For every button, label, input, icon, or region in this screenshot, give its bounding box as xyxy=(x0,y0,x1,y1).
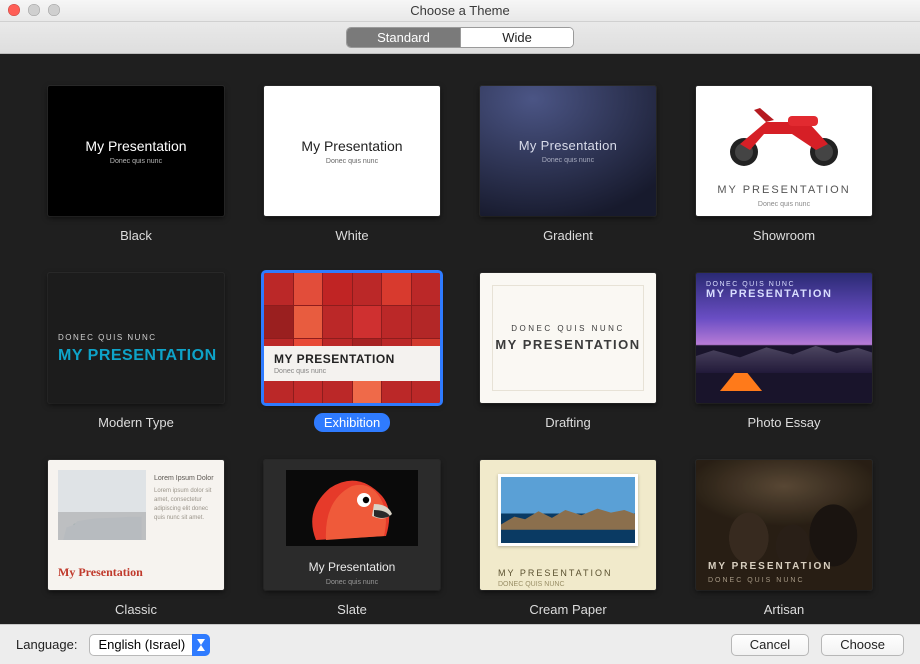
thumb-body-text: Lorem Ipsum Dolor Lorem ipsum dolor sit … xyxy=(154,474,214,523)
theme-label: Artisan xyxy=(754,600,814,619)
bottom-bar: Language: English (Israel) Cancel Choose xyxy=(0,624,920,664)
thumb-title: MY PRESENTATION xyxy=(696,184,872,196)
thumb-title: My Presentation xyxy=(301,138,402,154)
thumb-subtitle: DONEC QUIS NUNC xyxy=(706,281,832,288)
thumb-title: My Presentation xyxy=(519,138,617,153)
tent-icon xyxy=(720,365,762,391)
theme-label: White xyxy=(325,226,378,245)
theme-label: Showroom xyxy=(743,226,825,245)
theme-label: Cream Paper xyxy=(519,600,616,619)
thumb-subtitle: Donec quis nunc xyxy=(326,158,378,165)
thumb-subtitle: DONEC QUIS NUNC xyxy=(511,324,625,333)
theme-thumb: DONEC QUIS NUNC MY PRESENTATION xyxy=(480,273,656,403)
theme-thumb: MY PRESENTATION Donec quis nunc xyxy=(696,86,872,216)
thumb-title: MY PRESENTATION xyxy=(706,288,832,300)
theme-label: Classic xyxy=(105,600,167,619)
thumb-title: My Presentation xyxy=(85,138,186,154)
theme-gradient[interactable]: My Presentation Donec quis nunc Gradient xyxy=(480,86,656,245)
title-bar: Choose a Theme xyxy=(0,0,920,22)
theme-showroom[interactable]: MY PRESENTATION Donec quis nunc Showroom xyxy=(696,86,872,245)
thumb-subtitle: DONEC QUIS NUNC xyxy=(708,577,805,584)
maximize-icon xyxy=(48,4,60,16)
theme-thumb: My Presentation Donec quis nunc xyxy=(480,86,656,216)
thumb-title: MY PRESENTATION xyxy=(58,347,217,365)
theme-thumb: MY PRESENTATION DONEC QUIS NUNC xyxy=(696,460,872,590)
aspect-segmented-control: Standard Wide xyxy=(346,27,574,48)
theme-label: Black xyxy=(110,226,162,245)
parrot-icon xyxy=(286,470,418,546)
theme-label: Photo Essay xyxy=(738,413,831,432)
thumb-title: MY PRESENTATION xyxy=(708,561,832,572)
theme-thumb: MY PRESENTATION Donec quis nunc xyxy=(264,273,440,403)
thumb-title: My Presentation xyxy=(58,565,143,580)
tiles-icon xyxy=(264,273,440,403)
window-traffic-lights xyxy=(8,4,60,16)
theme-white[interactable]: My Presentation Donec quis nunc White xyxy=(264,86,440,245)
language-select[interactable]: English (Israel) xyxy=(89,634,210,656)
theme-thumb: Lorem Ipsum Dolor Lorem ipsum dolor sit … xyxy=(48,460,224,590)
language-select-wrap: English (Israel) xyxy=(89,634,210,656)
theme-cream-paper[interactable]: MY PRESENTATION DONEC QUIS NUNC Cream Pa… xyxy=(480,460,656,619)
theme-label: Slate xyxy=(327,600,377,619)
theme-grid: My Presentation Donec quis nunc Black My… xyxy=(34,86,886,619)
theme-thumb: My Presentation Donec quis nunc xyxy=(264,86,440,216)
theme-thumb: My Presentation Donec quis nunc xyxy=(48,86,224,216)
thumb-title: MY PRESENTATION xyxy=(495,337,640,352)
thumb-title: MY PRESENTATION xyxy=(274,352,430,366)
thumb-subtitle: DONEC QUIS NUNC xyxy=(498,581,565,588)
thumb-title: MY PRESENTATION xyxy=(498,568,613,578)
theme-modern-type[interactable]: DONEC QUIS NUNC MY PRESENTATION Modern T… xyxy=(48,273,224,432)
theme-artisan[interactable]: MY PRESENTATION DONEC QUIS NUNC Artisan xyxy=(696,460,872,619)
theme-thumb: DONEC QUIS NUNC MY PRESENTATION xyxy=(696,273,872,403)
theme-thumb: My Presentation Donec quis nunc xyxy=(264,460,440,590)
tab-standard[interactable]: Standard xyxy=(347,28,460,47)
close-icon[interactable] xyxy=(8,4,20,16)
choose-button[interactable]: Choose xyxy=(821,634,904,656)
bridge-icon xyxy=(58,470,146,540)
theme-label: Gradient xyxy=(533,226,603,245)
cancel-button[interactable]: Cancel xyxy=(731,634,809,656)
theme-grid-scroll[interactable]: My Presentation Donec quis nunc Black My… xyxy=(0,54,920,624)
theme-thumb: MY PRESENTATION DONEC QUIS NUNC xyxy=(480,460,656,590)
thumb-title: My Presentation xyxy=(264,560,440,574)
toolbar: Standard Wide xyxy=(0,22,920,54)
window-title: Choose a Theme xyxy=(0,3,920,18)
thumb-subtitle: Donec quis nunc xyxy=(110,158,162,165)
thumb-subtitle: Donec quis nunc xyxy=(542,157,594,164)
theme-black[interactable]: My Presentation Donec quis nunc Black xyxy=(48,86,224,245)
theme-photo-essay[interactable]: DONEC QUIS NUNC MY PRESENTATION Photo Es… xyxy=(696,273,872,432)
theme-classic[interactable]: Lorem Ipsum Dolor Lorem ipsum dolor sit … xyxy=(48,460,224,619)
thumb-subtitle: Donec quis nunc xyxy=(274,368,430,375)
theme-exhibition[interactable]: MY PRESENTATION Donec quis nunc Exhibiti… xyxy=(264,273,440,432)
theme-slate[interactable]: My Presentation Donec quis nunc Slate xyxy=(264,460,440,619)
theme-thumb: DONEC QUIS NUNC MY PRESENTATION xyxy=(48,273,224,403)
theme-label: Modern Type xyxy=(88,413,184,432)
language-label: Language: xyxy=(16,637,77,652)
tab-wide[interactable]: Wide xyxy=(460,28,573,47)
theme-label: Exhibition xyxy=(314,413,390,432)
theme-label: Drafting xyxy=(535,413,601,432)
minimize-icon xyxy=(28,4,40,16)
theme-drafting[interactable]: DONEC QUIS NUNC MY PRESENTATION Drafting xyxy=(480,273,656,432)
thumb-subtitle: DONEC QUIS NUNC xyxy=(58,333,157,342)
motorcycle-icon xyxy=(696,92,872,172)
thumb-subtitle: Donec quis nunc xyxy=(264,579,440,586)
landscape-icon xyxy=(498,474,638,546)
thumb-subtitle: Donec quis nunc xyxy=(696,201,872,208)
